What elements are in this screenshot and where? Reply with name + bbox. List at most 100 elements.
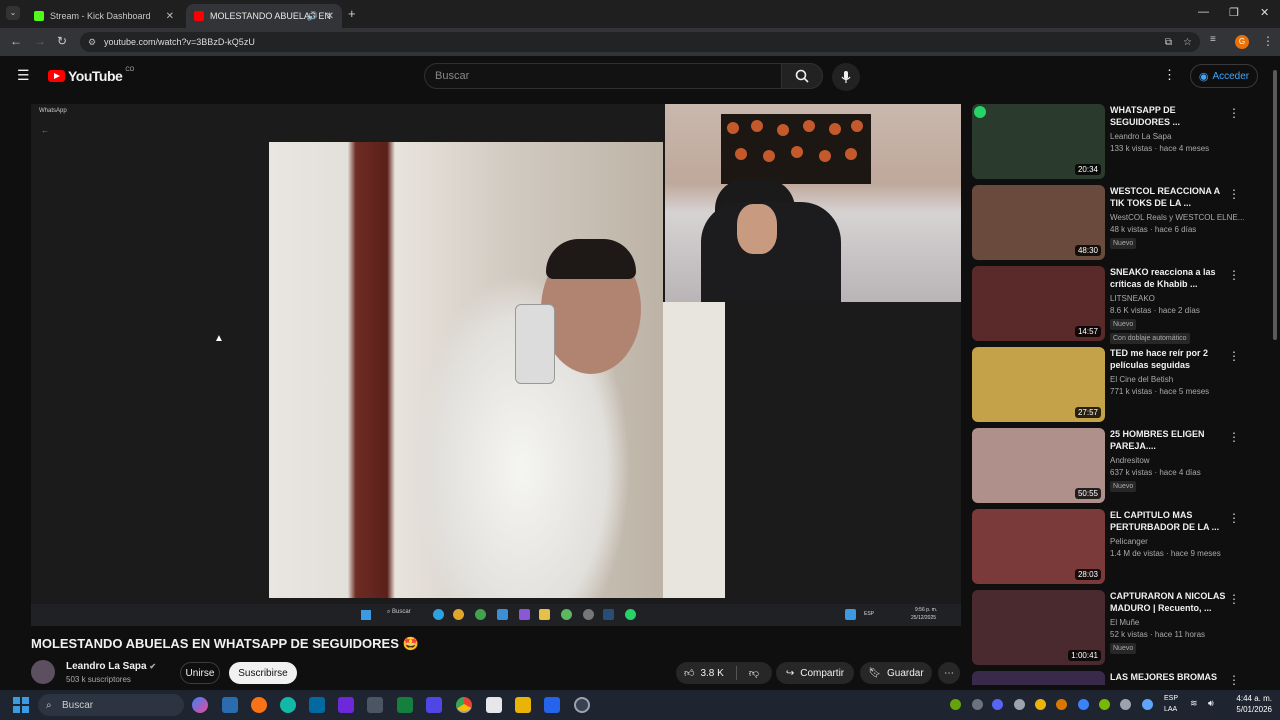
- tray-app6-icon[interactable]: [1120, 699, 1131, 710]
- close-tab-icon[interactable]: ✕: [166, 11, 174, 22]
- system-clock[interactable]: 4:44 a. m. 5/01/2026: [1228, 693, 1272, 715]
- scrollbar-thumb[interactable]: [1273, 70, 1277, 340]
- recommendation-thumbnail[interactable]: 50:55: [972, 428, 1105, 503]
- recommendation-title[interactable]: WESTCOL REACCIONA A TIK TOKS DE LA ...: [1110, 185, 1226, 209]
- close-tab-icon[interactable]: ✕: [326, 11, 334, 22]
- recommendation-item[interactable]: 27:57 TED me hace reír por 2 películas se…: [972, 347, 1268, 425]
- recommendation-menu-icon[interactable]: ⋮: [1228, 673, 1240, 685]
- tab-kick-dashboard[interactable]: Stream - Kick Dashboard ✕: [26, 4, 182, 28]
- network-icon[interactable]: [1142, 699, 1153, 710]
- recommendation-menu-icon[interactable]: ⋮: [1228, 187, 1240, 201]
- windows-search-input[interactable]: ⌕ Buscar: [38, 694, 184, 716]
- recommendation-channel[interactable]: Pelicanger: [1110, 537, 1148, 546]
- voice-search-button[interactable]: [832, 63, 860, 91]
- recommendation-menu-icon[interactable]: ⋮: [1228, 349, 1240, 363]
- recommendation-thumbnail[interactable]: 1:00:41: [972, 590, 1105, 665]
- recommendation-item[interactable]: LAS MEJORES BROMAS ⋮: [972, 671, 1268, 685]
- media-controls-icon[interactable]: ≡: [1210, 34, 1216, 45]
- tray-app2-icon[interactable]: [972, 699, 983, 710]
- notes-icon[interactable]: [486, 697, 502, 713]
- recommendation-channel[interactable]: LITSNEAKO: [1110, 294, 1155, 303]
- recommendation-item[interactable]: 28:03 EL CAPITULO MAS PERTURBADOR DE LA .…: [972, 509, 1268, 587]
- recommendation-title[interactable]: 25 HOMBRES ELIGEN PAREJA....: [1110, 428, 1226, 452]
- recommendation-title[interactable]: TED me hace reír por 2 películas seguida…: [1110, 347, 1226, 371]
- hamburger-menu-icon[interactable]: ☰: [17, 67, 30, 84]
- more-actions-button[interactable]: ⋯: [938, 662, 960, 684]
- channel-name[interactable]: Leandro La Sapa ✔: [66, 661, 156, 672]
- site-info-icon[interactable]: ⚙: [88, 37, 96, 48]
- share-button[interactable]: ↪ Compartir: [776, 662, 854, 684]
- recommendation-channel[interactable]: Andresitow: [1110, 456, 1150, 465]
- search-input[interactable]: Buscar: [424, 63, 782, 89]
- recommendation-menu-icon[interactable]: ⋮: [1228, 430, 1240, 444]
- recommendation-thumbnail[interactable]: 28:03: [972, 509, 1105, 584]
- bookmark-star-icon[interactable]: ☆: [1183, 37, 1192, 48]
- join-button[interactable]: Unirse: [180, 662, 220, 684]
- recommendation-item[interactable]: 14:57 SNEAKO reacciona a las críticas de …: [972, 266, 1268, 344]
- recommendation-menu-icon[interactable]: ⋮: [1228, 511, 1240, 525]
- tray-app-icon[interactable]: [950, 699, 961, 710]
- recommendation-menu-icon[interactable]: ⋮: [1228, 106, 1240, 120]
- recommendation-thumbnail[interactable]: [972, 671, 1105, 685]
- recommendation-thumbnail[interactable]: 48:30: [972, 185, 1105, 260]
- profile-avatar[interactable]: G: [1235, 35, 1249, 49]
- forward-arrow-icon[interactable]: →: [34, 34, 46, 48]
- windows-app-icon[interactable]: [544, 697, 560, 713]
- tray-app3-icon[interactable]: [1014, 699, 1025, 710]
- recommendation-item[interactable]: 1:00:41 CAPTURARON A NICOLAS MADURO | Rec…: [972, 590, 1268, 668]
- language-indicator[interactable]: ESP LAA: [1164, 693, 1178, 715]
- tray-app4-icon[interactable]: [1035, 699, 1046, 710]
- calculator-icon[interactable]: [367, 697, 383, 713]
- new-tab-button[interactable]: +: [348, 6, 356, 21]
- browser-menu-icon[interactable]: ⋮: [1262, 34, 1274, 48]
- recommendation-channel[interactable]: Leandro La Sapa: [1110, 132, 1171, 141]
- youtube-logo[interactable]: YouTube CO: [48, 67, 134, 84]
- recommendation-channel[interactable]: El Cine del Betish: [1110, 375, 1173, 384]
- outlook-icon[interactable]: [309, 697, 325, 713]
- copilot-icon[interactable]: [192, 697, 208, 713]
- nvidia-icon[interactable]: [1099, 699, 1110, 710]
- teams-icon[interactable]: [338, 697, 354, 713]
- app-icon[interactable]: [426, 697, 442, 713]
- speaker-icon[interactable]: 🔊: [307, 11, 318, 22]
- back-arrow-icon[interactable]: ←: [10, 34, 22, 48]
- recommendation-item[interactable]: 48:30 WESTCOL REACCIONA A TIK TOKS DE LA …: [972, 185, 1268, 263]
- address-bar[interactable]: ⚙ youtube.com/watch?v=3BBzD-kQ5zU ⧉ ☆: [80, 32, 1200, 52]
- wifi-icon[interactable]: ≋: [1190, 698, 1198, 709]
- save-button[interactable]: 🔖︎ Guardar: [860, 662, 932, 684]
- firefox-icon[interactable]: [251, 697, 267, 713]
- discord-icon[interactable]: [992, 699, 1003, 710]
- recommendation-item[interactable]: 50:55 25 HOMBRES ELIGEN PAREJA.... Andresi…: [972, 428, 1268, 506]
- restore-button[interactable]: ❐: [1229, 6, 1239, 19]
- recommendation-title[interactable]: CAPTURARON A NICOLAS MADURO | Recuento, …: [1110, 590, 1226, 614]
- recommendation-thumbnail[interactable]: 14:57: [972, 266, 1105, 341]
- obs-icon[interactable]: [574, 697, 590, 713]
- subscribe-button[interactable]: Suscribirse: [229, 662, 297, 684]
- recommendation-menu-icon[interactable]: ⋮: [1228, 592, 1240, 606]
- recommendation-channel[interactable]: WestCOL Reals y WESTCOL ELNE...: [1110, 213, 1244, 222]
- file-explorer-icon[interactable]: [515, 697, 531, 713]
- video-player[interactable]: WhatsApp ← ▲ ⌕ Buscar ESP 9:56 p. m. 25/: [31, 104, 961, 626]
- recommendation-title[interactable]: LAS MEJORES BROMAS: [1110, 671, 1226, 683]
- chrome-icon[interactable]: [456, 697, 472, 713]
- channel-avatar[interactable]: [31, 660, 55, 684]
- recommendation-menu-icon[interactable]: ⋮: [1228, 268, 1240, 282]
- reload-icon[interactable]: ↻: [57, 34, 67, 48]
- defender-icon[interactable]: [1078, 699, 1089, 710]
- search-button[interactable]: [781, 63, 823, 89]
- settings-menu-icon[interactable]: ⋮: [1163, 67, 1176, 83]
- store-icon[interactable]: [222, 697, 238, 713]
- windows-start-icon[interactable]: [13, 697, 29, 713]
- recommendation-title[interactable]: WHATSAPP DE SEGUIDORES ...: [1110, 104, 1226, 128]
- recommendation-thumbnail[interactable]: 20:34: [972, 104, 1105, 179]
- close-window-button[interactable]: ✕: [1260, 6, 1269, 19]
- minimize-button[interactable]: —: [1198, 6, 1209, 18]
- like-button[interactable]: 👍︎ 3.8 K 👎︎: [676, 662, 772, 684]
- thumbs-down-icon[interactable]: 👎︎: [749, 667, 759, 679]
- recommendation-thumbnail[interactable]: 27:57: [972, 347, 1105, 422]
- tab-list-button[interactable]: ⌄: [6, 6, 20, 20]
- tab-youtube-video[interactable]: MOLESTANDO ABUELAS EN 🔊 ✕: [186, 4, 342, 28]
- edge-icon[interactable]: [280, 697, 296, 713]
- recommendation-channel[interactable]: El Muñe: [1110, 618, 1139, 627]
- recommendation-title[interactable]: EL CAPITULO MAS PERTURBADOR DE LA ...: [1110, 509, 1226, 533]
